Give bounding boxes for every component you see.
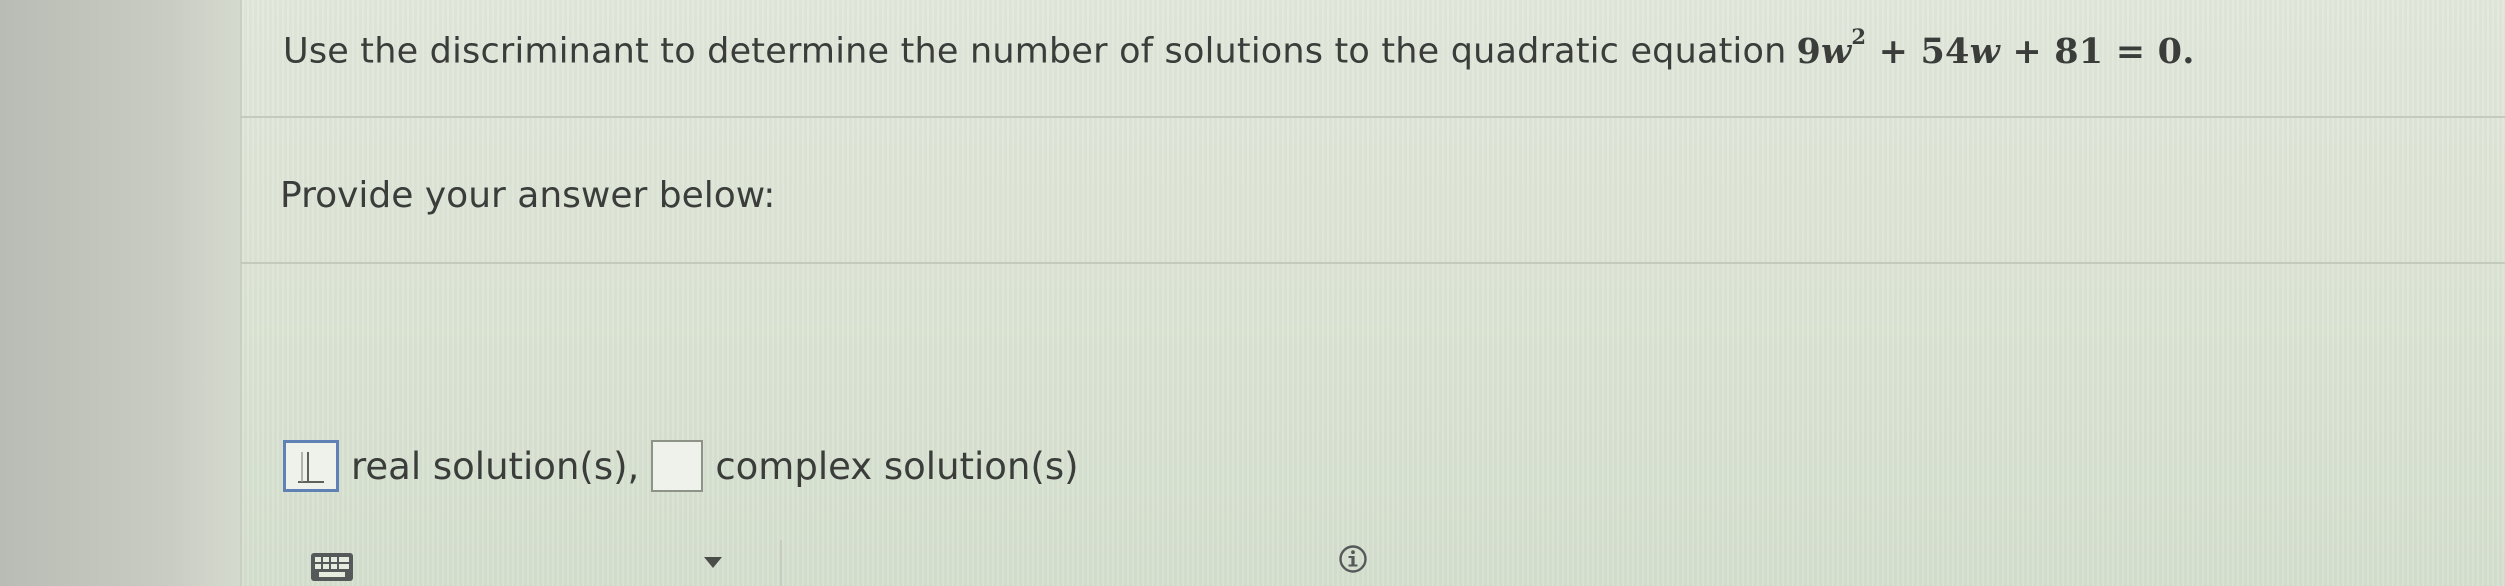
quadratic-equation: 9w2 + 54w + 81 = 0. [1796,24,2195,72]
caret-down-icon[interactable] [704,557,722,568]
answer-toolbar [240,510,2505,586]
divider-middle [240,262,2505,264]
text-cursor-icon [298,452,324,483]
info-icon[interactable] [1338,544,1368,574]
real-solutions-label: real solution(s), [351,444,640,488]
divider-top [240,116,2505,118]
complex-solutions-label: complex solution(s) [715,444,1079,488]
question-text: Use the discriminant to determine the nu… [283,24,2195,72]
keyboard-icon[interactable] [310,552,354,582]
question-prompt: Use the discriminant to determine the nu… [283,31,1787,72]
real-solutions-input[interactable] [283,440,339,492]
toolbar-separator [780,540,782,586]
answer-row: real solution(s), complex solution(s) [283,438,1091,494]
left-gutter [0,0,240,586]
answer-prompt: Provide your answer below: [280,175,776,216]
question-panel [240,0,2505,586]
complex-solutions-input[interactable] [651,440,704,492]
